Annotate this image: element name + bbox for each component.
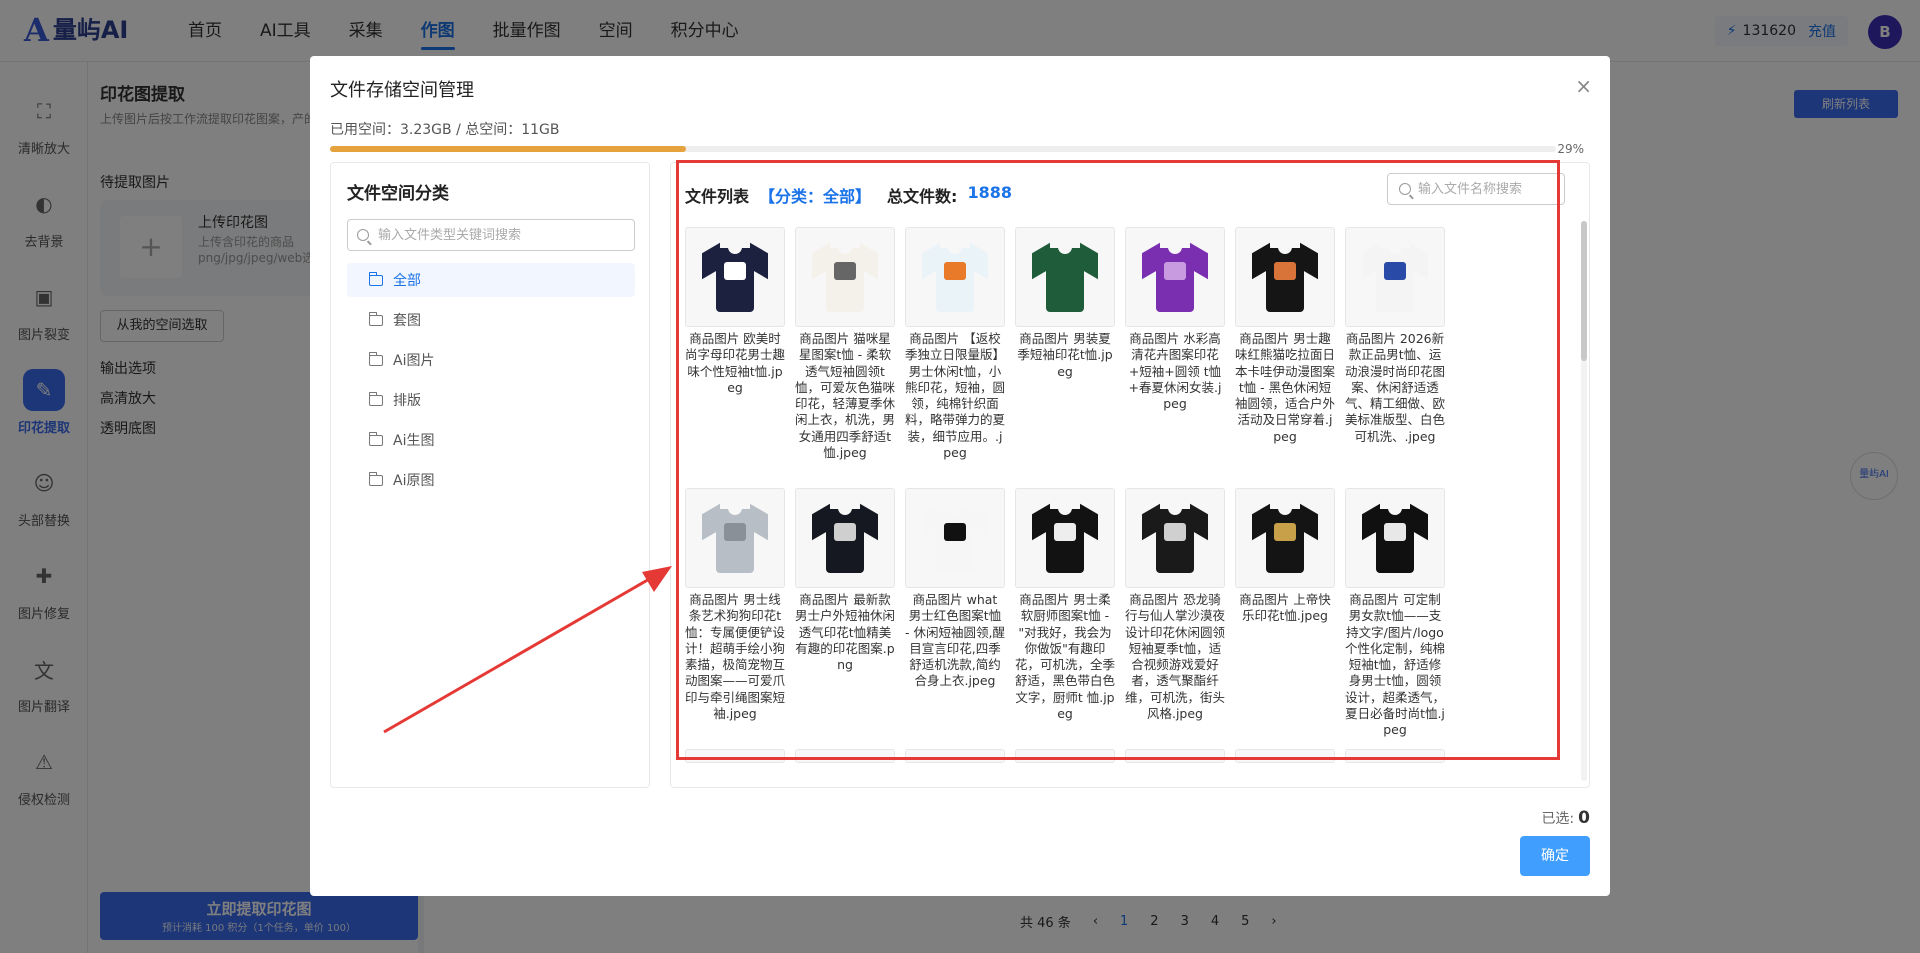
search-icon bbox=[357, 229, 369, 241]
search-icon bbox=[1399, 183, 1411, 195]
arrow-head bbox=[642, 566, 672, 592]
annotation-arrow bbox=[383, 566, 672, 734]
arrow-shaft bbox=[383, 572, 659, 734]
